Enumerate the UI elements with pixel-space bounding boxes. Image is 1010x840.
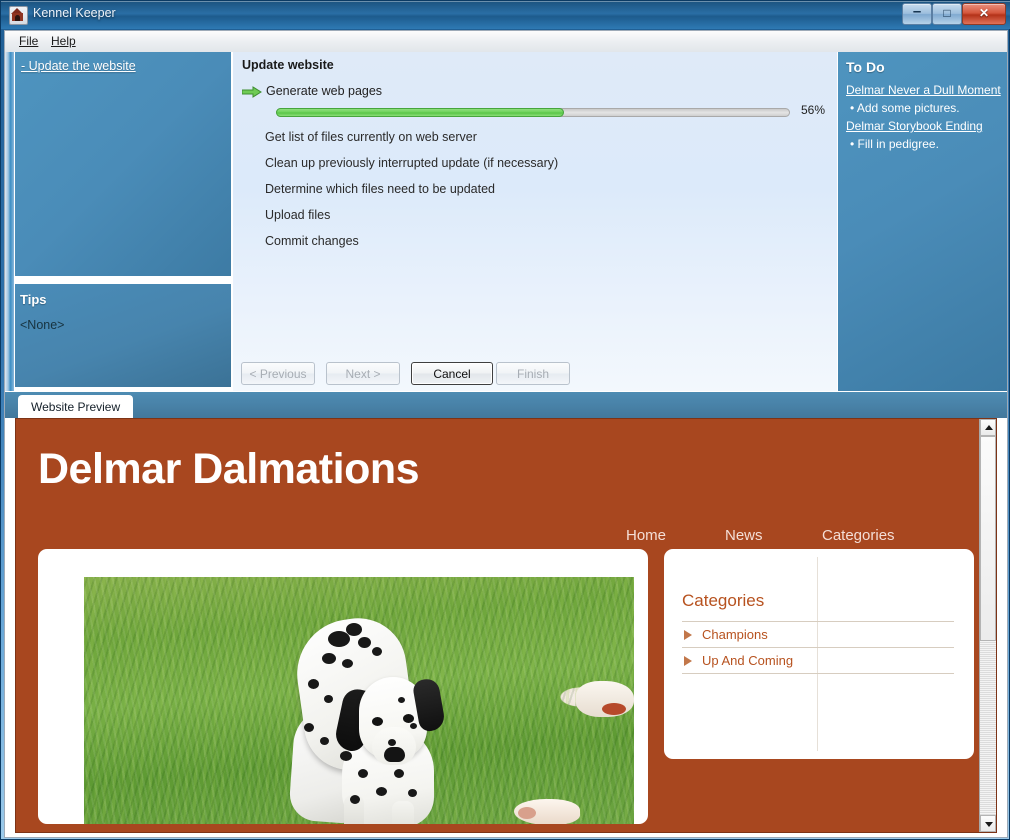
dalmatian-figure: [284, 612, 484, 824]
progress-bar: [276, 108, 790, 117]
categories-card: Categories Champions Up And Coming: [664, 549, 974, 759]
nav-link-categories[interactable]: Categories: [822, 527, 895, 544]
tasks-panel: - Update the website: [15, 52, 231, 276]
cancel-button[interactable]: Cancel: [411, 362, 493, 385]
site-title: Delmar Dalmations: [38, 445, 420, 493]
triangle-right-icon: [684, 656, 692, 666]
content-card: [38, 549, 648, 824]
tips-panel: Tips <None>: [15, 284, 231, 387]
application-window: Kennel Keeper – □ ✕ File Help - Update t…: [0, 0, 1010, 840]
menu-help-label: Help: [51, 34, 76, 48]
window-title: Kennel Keeper: [33, 6, 116, 20]
tips-title: Tips: [20, 292, 47, 307]
current-step-label: Generate web pages: [266, 84, 383, 98]
progress-fill: [276, 108, 564, 117]
minimize-icon: –: [912, 3, 922, 20]
menu-file-label: File: [19, 34, 39, 48]
progress-percent-label: 56%: [801, 103, 826, 117]
menu-item-file[interactable]: File: [13, 34, 44, 48]
preview-scrollbar[interactable]: [979, 419, 996, 832]
menu-bar: File Help: [4, 30, 1008, 52]
maximize-icon: □: [943, 6, 951, 20]
category-link-up-and-coming[interactable]: Up And Coming: [702, 653, 793, 668]
close-icon: ✕: [978, 6, 990, 20]
maximize-button[interactable]: □: [932, 3, 962, 25]
dalmatian-photo: [84, 577, 634, 824]
triangle-right-icon: [684, 630, 692, 640]
divider: [682, 621, 954, 622]
step-item: Upload files: [265, 208, 331, 222]
title-bar: Kennel Keeper – □ ✕: [1, 1, 1010, 29]
divider: [682, 673, 954, 674]
step-item: Commit changes: [265, 234, 359, 248]
scroll-down-button[interactable]: [980, 815, 996, 832]
left-splitter[interactable]: [5, 52, 15, 391]
categories-heading: Categories: [682, 591, 765, 610]
toy-object: [514, 799, 580, 824]
next-button[interactable]: Next >: [326, 362, 400, 385]
tips-value: <None>: [20, 318, 65, 332]
tab-website-preview[interactable]: Website Preview: [18, 395, 134, 418]
todo-panel: To Do Delmar Never a Dull Moment • Add s…: [838, 52, 1007, 391]
sidebar-item-update-website[interactable]: - Update the website: [21, 59, 136, 73]
client-area: - Update the website Tips <None> Update …: [4, 52, 1008, 838]
update-website-wizard: Update website Generate web pages 56% Ge…: [233, 52, 837, 391]
todo-item: • Fill in pedigree.: [850, 137, 939, 151]
tab-strip: Website Preview: [5, 392, 1007, 418]
todo-link[interactable]: Delmar Storybook Ending: [846, 119, 983, 133]
green-arrow-icon: [242, 86, 262, 98]
kennel-icon: [9, 6, 28, 25]
card-divider: [817, 557, 818, 751]
menu-item-help[interactable]: Help: [45, 34, 82, 48]
scrollbar-thumb[interactable]: [980, 436, 996, 641]
previous-button[interactable]: < Previous: [241, 362, 315, 385]
step-item: Get list of files currently on web serve…: [265, 130, 477, 144]
divider: [682, 647, 954, 648]
chevron-down-icon: [985, 822, 993, 827]
todo-item: • Add some pictures.: [850, 101, 960, 115]
minimize-button[interactable]: –: [902, 3, 932, 25]
nav-link-home[interactable]: Home: [626, 527, 666, 544]
toy-object: [576, 681, 634, 717]
todo-link[interactable]: Delmar Never a Dull Moment: [846, 83, 1001, 97]
nav-link-news[interactable]: News: [725, 527, 763, 544]
step-item: Determine which files need to be updated: [265, 182, 496, 196]
chevron-up-icon: [985, 425, 993, 430]
category-link-champions[interactable]: Champions: [702, 627, 768, 642]
step-item: Clean up previously interrupted update (…: [265, 156, 559, 170]
page-title: Update website: [242, 58, 334, 72]
website-preview: Delmar Dalmations Home News Categories C…: [15, 418, 997, 833]
scroll-up-button[interactable]: [980, 419, 996, 436]
finish-button[interactable]: Finish: [496, 362, 570, 385]
todo-title: To Do: [846, 59, 885, 75]
close-button[interactable]: ✕: [962, 3, 1006, 25]
